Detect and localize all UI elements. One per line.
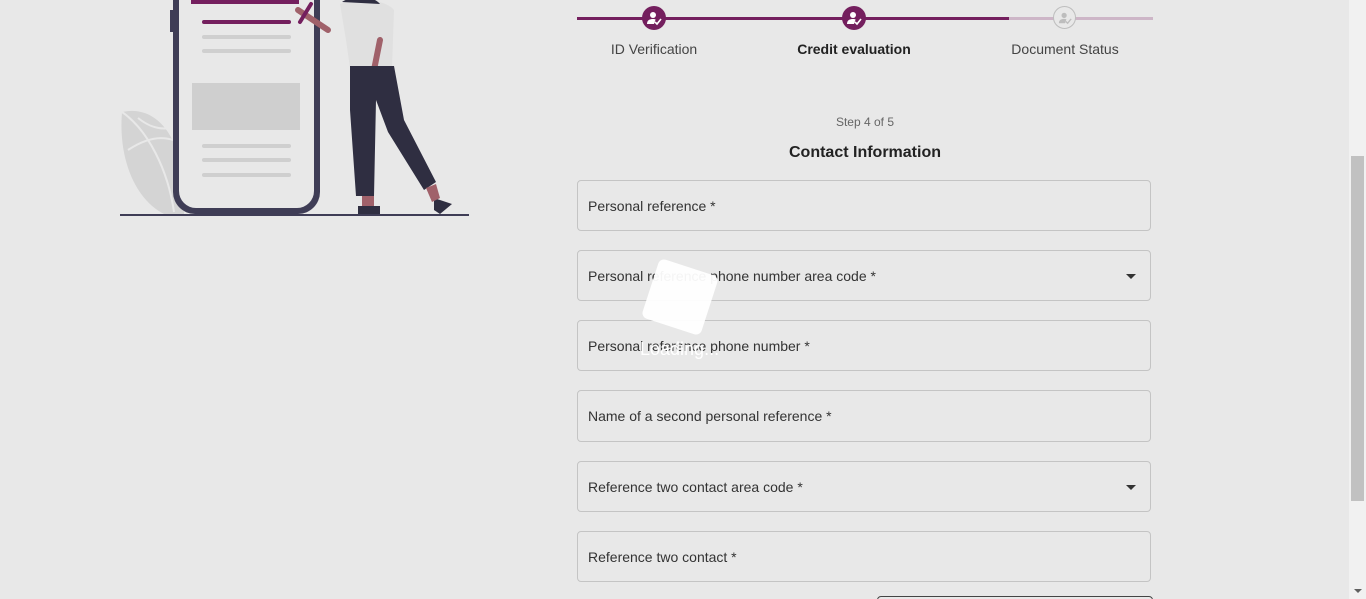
- caret-down-icon: [1126, 484, 1136, 490]
- vertical-scrollbar[interactable]: [1349, 0, 1366, 599]
- field-label: Personal reference phone number *: [588, 337, 810, 354]
- personal-reference-phone-field[interactable]: Personal reference phone number *: [577, 320, 1151, 371]
- step-1-indicator: [642, 6, 666, 30]
- step-label-document-status: Document Status: [1011, 41, 1119, 57]
- field-label: Personal reference phone number area cod…: [588, 267, 876, 284]
- user-check-icon: [847, 12, 862, 26]
- reference-two-contact-field[interactable]: Reference two contact *: [577, 531, 1151, 582]
- step-3-indicator: [1053, 6, 1076, 29]
- stepper-line-pending: [1009, 17, 1153, 20]
- step-label-id-verification: ID Verification: [610, 41, 698, 57]
- personal-reference-area-code-select[interactable]: Personal reference phone number area cod…: [577, 250, 1151, 301]
- form-title: Contact Information: [789, 144, 941, 161]
- scroll-down-arrow-icon[interactable]: [1354, 589, 1362, 593]
- reference-two-area-code-select[interactable]: Reference two contact area code *: [577, 461, 1151, 512]
- step-2-indicator: [842, 6, 866, 30]
- phone-illustration: [120, 0, 469, 216]
- field-label: Reference two contact area code *: [588, 478, 803, 495]
- field-label: Reference two contact *: [588, 548, 737, 565]
- step-label-credit-evaluation: Credit evaluation: [797, 41, 911, 57]
- page: ID Verification Credit evaluation Docume…: [0, 0, 1366, 599]
- scrollbar-thumb[interactable]: [1351, 156, 1364, 501]
- progress-stepper: ID Verification Credit evaluation Docume…: [577, 0, 1153, 70]
- personal-reference-field[interactable]: Personal reference *: [577, 180, 1151, 231]
- user-check-icon: [1058, 12, 1072, 24]
- user-check-icon: [647, 12, 662, 26]
- step-counter: Step 4 of 5: [835, 115, 895, 129]
- caret-down-icon: [1126, 273, 1136, 279]
- second-reference-name-field[interactable]: Name of a second personal reference *: [577, 390, 1151, 442]
- field-label: Personal reference *: [588, 197, 716, 214]
- field-label: Name of a second personal reference *: [588, 408, 832, 424]
